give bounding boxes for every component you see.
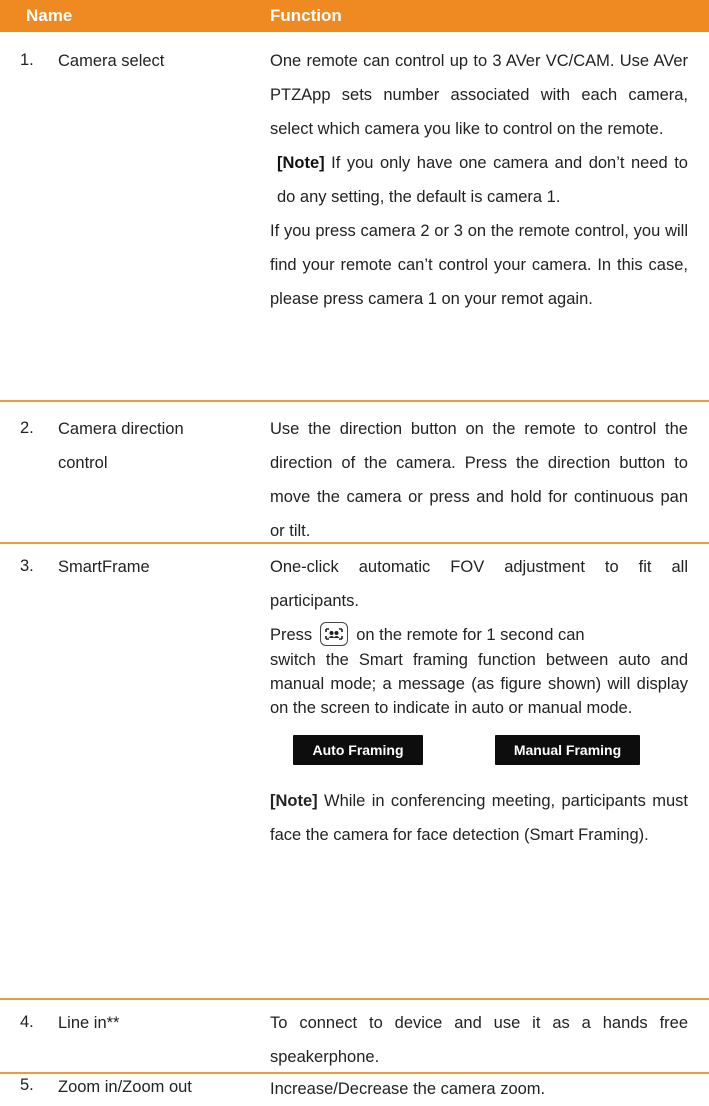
auto-framing-badge: Auto Framing (293, 735, 423, 765)
row-divider (0, 998, 709, 1000)
press-line: Press on the remote for 1 second can (270, 618, 688, 652)
paragraph: If you press camera 2 or 3 on the remote… (270, 222, 688, 308)
note: [Note] If you only have one camera and d… (270, 146, 688, 214)
row-name: Camera select (58, 52, 165, 70)
table-header: Name Function (0, 0, 709, 32)
smart-framing-icon (320, 621, 349, 646)
paragraph: One remote can control up to 3 AVer VC/C… (270, 52, 688, 138)
row-function: One-click automatic FOV adjustment to fi… (270, 550, 688, 852)
row-name: Camera direction control (58, 420, 184, 472)
manual-framing-badge: Manual Framing (495, 735, 640, 765)
paragraph: Increase/Decrease the camera zoom. (270, 1080, 546, 1098)
note: [Note] While in conferencing meeting, pa… (270, 784, 688, 852)
row-name: SmartFrame (58, 558, 150, 576)
paragraph: To connect to device and use it as a han… (270, 1014, 688, 1066)
paragraph: Use the direction button on the remote t… (270, 420, 688, 540)
header-name: Name (26, 6, 73, 25)
row-number: 1. (20, 51, 34, 69)
note-text: If you only have one camera and don’t ne… (277, 154, 688, 206)
row-function: Increase/Decrease the camera zoom. (270, 1072, 688, 1106)
row-divider (0, 542, 709, 544)
framing-badges: Auto Framing Manual Framing (270, 720, 688, 784)
row-function: One remote can control up to 3 AVer VC/C… (270, 44, 688, 316)
row-name: Zoom in/Zoom out (58, 1078, 192, 1096)
paragraph: switch the Smart framing function betwee… (270, 651, 688, 717)
note-label: [Note] (270, 792, 318, 810)
row-function: To connect to device and use it as a han… (270, 1006, 688, 1074)
row-divider (0, 400, 709, 402)
header-function: Function (270, 6, 342, 25)
note-text: While in conferencing meeting, participa… (270, 792, 688, 844)
note-label: [Note] (277, 154, 325, 172)
row-number: 2. (20, 419, 34, 437)
row-number: 3. (20, 557, 34, 575)
row-function: Use the direction button on the remote t… (270, 412, 688, 548)
row-number: 4. (20, 1013, 34, 1031)
row-name: Line in** (58, 1014, 120, 1032)
row-number: 5. (20, 1076, 34, 1094)
paragraph: One-click automatic FOV adjustment to fi… (270, 558, 688, 610)
